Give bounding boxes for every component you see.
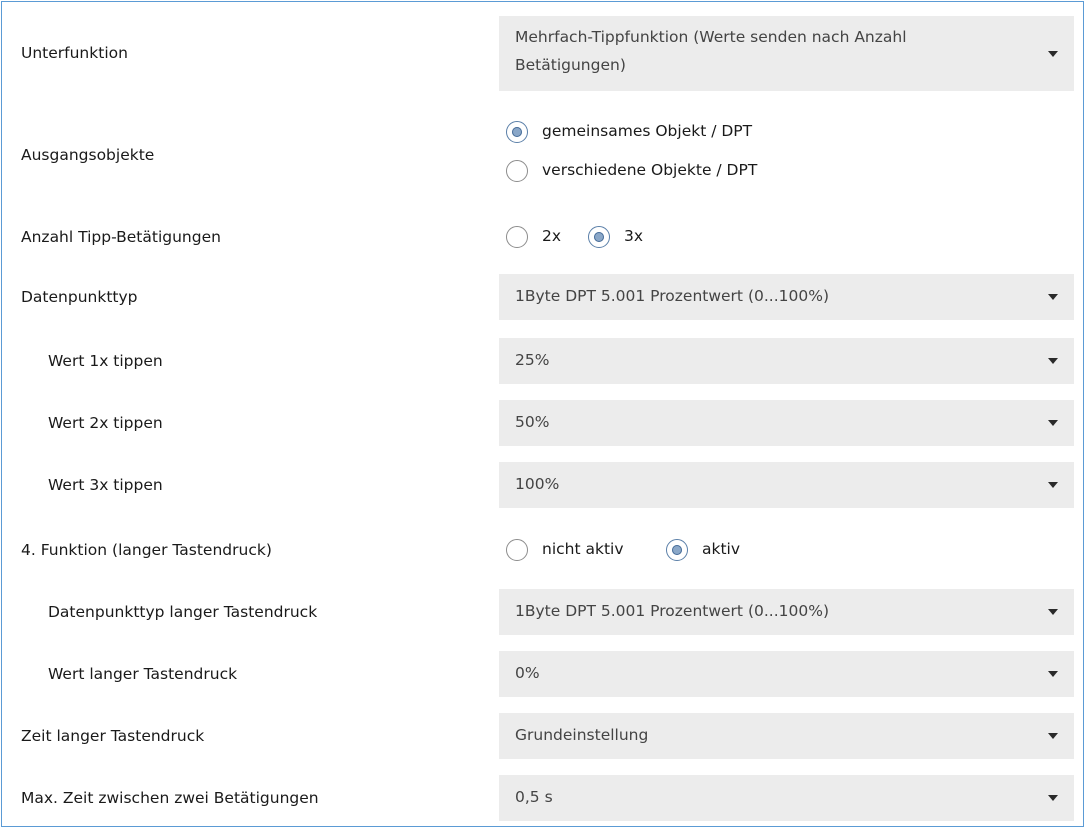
wert3-label: Wert 3x tippen (48, 476, 163, 494)
unterfunktion-value: Mehrfach-Tippfunktion (Werte senden nach… (515, 28, 907, 74)
zeit-lang-value: Grundeinstellung (515, 726, 649, 744)
chevron-down-icon (1048, 358, 1058, 364)
radio-verschiedene-objekte-label: verschiedene Objekte / DPT (542, 161, 758, 179)
dpt-lang-select[interactable]: 1Byte DPT 5.001 Prozentwert (0...100%) (499, 589, 1074, 635)
wert-lang-select[interactable]: 0% (499, 651, 1074, 697)
wert2-label: Wert 2x tippen (48, 414, 163, 432)
anzahl-tipp-label: Anzahl Tipp-Betätigungen (21, 228, 221, 246)
radio-2x-label: 2x (542, 227, 562, 245)
radio-3x-label: 3x (624, 227, 644, 245)
radio-aktiv-label: aktiv (702, 540, 741, 558)
radio-nicht-aktiv-label: nicht aktiv (542, 540, 624, 558)
dpt-lang-label: Datenpunkttyp langer Tastendruck (48, 603, 318, 621)
chevron-down-icon (1048, 795, 1058, 801)
wert3-value: 100% (515, 475, 560, 493)
zeit-lang-select[interactable]: Grundeinstellung (499, 713, 1074, 759)
wert2-select[interactable]: 50% (499, 400, 1074, 446)
chevron-down-icon (1048, 733, 1058, 739)
wert-lang-label: Wert langer Tastendruck (48, 665, 238, 683)
radio-2x[interactable] (506, 226, 528, 248)
datenpunkttyp-label: Datenpunkttyp (21, 288, 138, 306)
unterfunktion-select[interactable]: Mehrfach-Tippfunktion (Werte senden nach… (499, 16, 1074, 91)
chevron-down-icon (1048, 671, 1058, 677)
radio-gemeinsames-objekt-label: gemeinsames Objekt / DPT (542, 122, 753, 140)
radio-3x[interactable] (588, 226, 610, 248)
datenpunkttyp-value: 1Byte DPT 5.001 Prozentwert (0...100%) (515, 287, 829, 305)
wert-lang-value: 0% (515, 664, 540, 682)
radio-aktiv[interactable] (666, 539, 688, 561)
parameter-panel: Unterfunktion Mehrfach-Tippfunktion (Wer… (1, 1, 1084, 827)
max-zeit-label: Max. Zeit zwischen zwei Betätigungen (21, 789, 319, 807)
wert1-select[interactable]: 25% (499, 338, 1074, 384)
unterfunktion-label: Unterfunktion (21, 44, 128, 62)
chevron-down-icon (1048, 50, 1058, 57)
ausgangsobjekte-label: Ausgangsobjekte (21, 146, 155, 164)
wert3-select[interactable]: 100% (499, 462, 1074, 508)
zeit-lang-label: Zeit langer Tastendruck (21, 727, 205, 745)
radio-gemeinsames-objekt[interactable] (506, 121, 528, 143)
chevron-down-icon (1048, 482, 1058, 488)
funktion4-label: 4. Funktion (langer Tastendruck) (21, 541, 272, 559)
chevron-down-icon (1048, 294, 1058, 300)
radio-nicht-aktiv[interactable] (506, 539, 528, 561)
datenpunkttyp-select[interactable]: 1Byte DPT 5.001 Prozentwert (0...100%) (499, 274, 1074, 320)
max-zeit-select[interactable]: 0,5 s (499, 775, 1074, 821)
dpt-lang-value: 1Byte DPT 5.001 Prozentwert (0...100%) (515, 602, 829, 620)
chevron-down-icon (1048, 609, 1058, 615)
wert1-value: 25% (515, 351, 550, 369)
chevron-down-icon (1048, 420, 1058, 426)
radio-verschiedene-objekte[interactable] (506, 160, 528, 182)
max-zeit-value: 0,5 s (515, 788, 553, 806)
wert1-label: Wert 1x tippen (48, 352, 163, 370)
wert2-value: 50% (515, 413, 550, 431)
